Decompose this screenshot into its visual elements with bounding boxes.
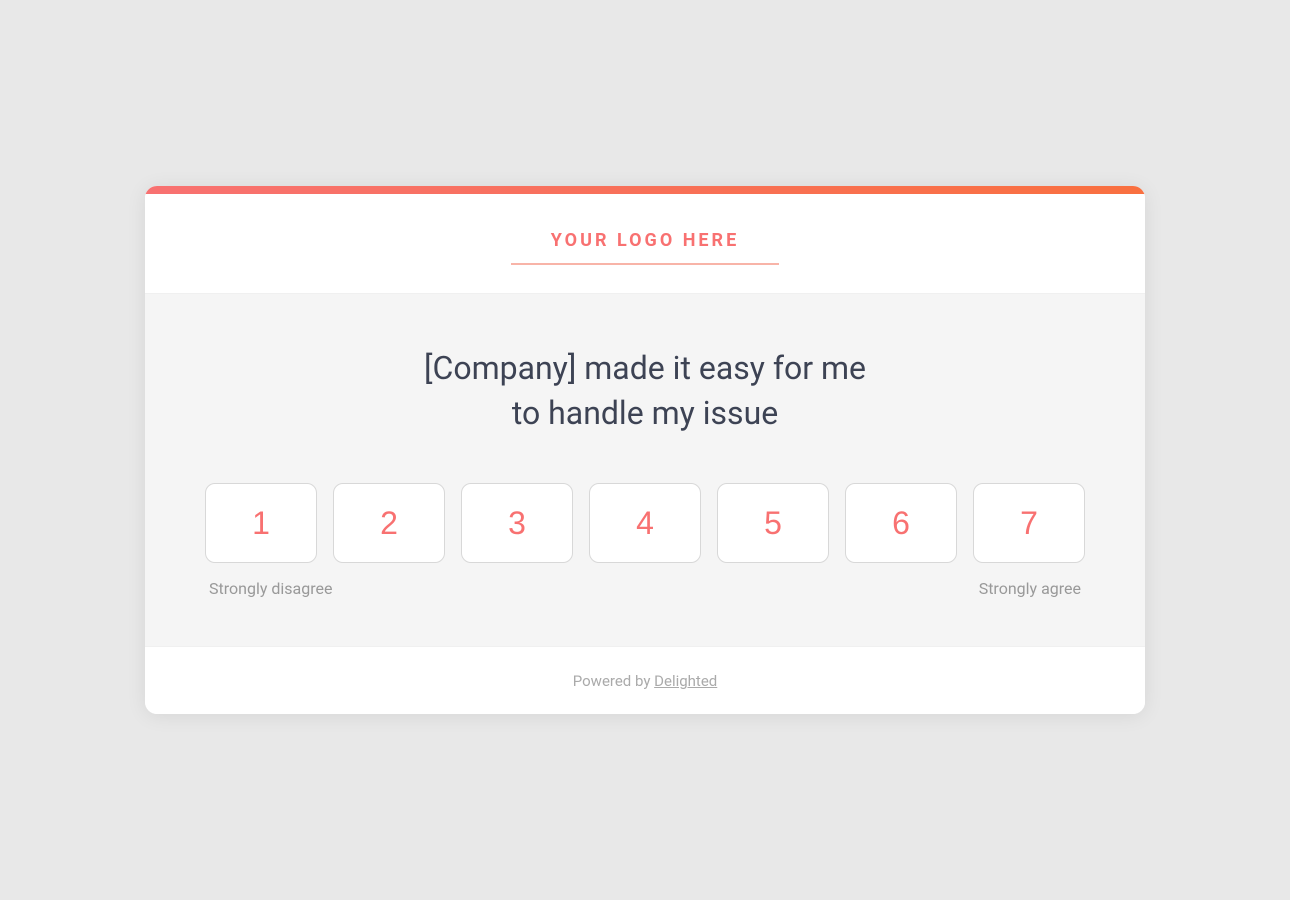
scale-btn-3[interactable]: 3 xyxy=(461,483,573,563)
powered-by-text: Powered by xyxy=(573,672,654,690)
logo-area: YOUR LOGO HERE xyxy=(511,230,779,265)
logo-text: YOUR LOGO HERE xyxy=(551,230,739,251)
scale-container: 1 2 3 4 5 6 7 Strongly disagree Strongly… xyxy=(205,483,1085,598)
powered-by: Powered by Delighted xyxy=(573,672,718,690)
accent-bar xyxy=(145,186,1145,194)
scale-btn-6[interactable]: 6 xyxy=(845,483,957,563)
scale-btn-1[interactable]: 1 xyxy=(205,483,317,563)
question-text: [Company] made it easy for me to handle … xyxy=(205,346,1085,436)
survey-card: YOUR LOGO HERE [Company] made it easy fo… xyxy=(145,186,1145,715)
scale-labels: Strongly disagree Strongly agree xyxy=(205,579,1085,598)
label-strongly-agree: Strongly agree xyxy=(979,579,1081,598)
card-header: YOUR LOGO HERE xyxy=(145,194,1145,294)
label-strongly-disagree: Strongly disagree xyxy=(209,579,332,598)
scale-buttons: 1 2 3 4 5 6 7 xyxy=(205,483,1085,563)
scale-btn-5[interactable]: 5 xyxy=(717,483,829,563)
card-body: [Company] made it easy for me to handle … xyxy=(145,294,1145,647)
scale-btn-2[interactable]: 2 xyxy=(333,483,445,563)
question-line1: [Company] made it easy for me xyxy=(424,349,866,387)
question-line2: to handle my issue xyxy=(512,394,778,432)
card-footer: Powered by Delighted xyxy=(145,646,1145,714)
powered-by-link[interactable]: Delighted xyxy=(654,672,717,690)
scale-btn-4[interactable]: 4 xyxy=(589,483,701,563)
scale-btn-7[interactable]: 7 xyxy=(973,483,1085,563)
